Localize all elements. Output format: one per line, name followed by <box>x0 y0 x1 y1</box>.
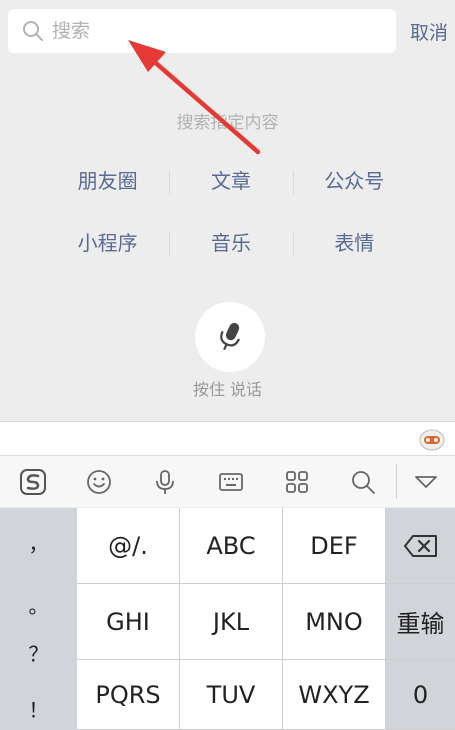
key-wxyz[interactable]: WXYZ <box>283 660 386 730</box>
punctuation-column[interactable]: ， 。 ？ ！ <box>0 508 77 730</box>
keyboard-candidate-bar <box>0 421 455 455</box>
category-mini-programs[interactable]: 小程序 <box>46 227 169 256</box>
toolbar-sogou-button[interactable] <box>0 456 66 508</box>
chevron-down-icon <box>414 476 437 488</box>
category-row: 小程序 音乐 表情 <box>46 222 416 260</box>
grid-icon <box>286 471 308 493</box>
category-moments[interactable]: 朋友圈 <box>46 165 169 194</box>
category-music[interactable]: 音乐 <box>169 227 292 256</box>
punctuation-key[interactable]: ！ <box>0 694 77 723</box>
toolbar-search-button[interactable] <box>330 456 396 508</box>
search-icon <box>23 21 43 41</box>
keyboard-keys: ， 。 ？ ！ @/. ABC DEF GHI JKL MNO 重输 PQRS … <box>0 508 455 730</box>
backspace-key[interactable] <box>386 508 455 584</box>
key-abc[interactable]: ABC <box>180 508 283 584</box>
toolbar-grid-button[interactable] <box>264 456 330 508</box>
category-official-accounts[interactable]: 公众号 <box>292 165 416 194</box>
key-def[interactable]: DEF <box>283 508 386 584</box>
search-icon <box>352 471 375 494</box>
toolbar-emoji-button[interactable] <box>66 456 132 508</box>
key-symbols[interactable]: @/. <box>77 508 180 584</box>
category-grid: 朋友圈 文章 公众号 小程序 音乐 表情 <box>46 160 416 284</box>
category-articles[interactable]: 文章 <box>169 165 292 194</box>
punctuation-key[interactable]: ， <box>0 528 77 557</box>
search-input[interactable] <box>52 20 372 42</box>
backspace-icon <box>403 534 437 557</box>
toolbar-collapse-button[interactable] <box>397 456 454 508</box>
keyboard-icon <box>219 473 243 491</box>
zero-key[interactable]: 0 <box>386 660 455 730</box>
key-pqrs[interactable]: PQRS <box>77 660 180 730</box>
search-bar[interactable] <box>8 9 396 53</box>
toolbar-voice-button[interactable] <box>132 456 198 508</box>
cancel-button[interactable]: 取消 <box>410 18 448 45</box>
keyboard-toolbar <box>0 455 455 507</box>
mascot-icon[interactable] <box>419 427 445 451</box>
category-stickers[interactable]: 表情 <box>292 227 416 256</box>
voice-label: 按住 说话 <box>192 380 263 399</box>
microphone-icon <box>156 470 174 494</box>
sogou-logo-icon <box>20 469 46 495</box>
key-ghi[interactable]: GHI <box>77 584 180 660</box>
microphone-icon <box>220 322 240 351</box>
toolbar-keyboard-button[interactable] <box>198 456 264 508</box>
key-tuv[interactable]: TUV <box>180 660 283 730</box>
key-mno[interactable]: MNO <box>283 584 386 660</box>
punctuation-key[interactable]: 。 <box>0 590 77 619</box>
reenter-key[interactable]: 重输 <box>386 584 455 660</box>
search-hint: 搜索指定内容 <box>176 113 279 133</box>
punctuation-key[interactable]: ？ <box>0 638 77 667</box>
category-row: 朋友圈 文章 公众号 <box>46 160 416 198</box>
emoji-icon <box>87 470 111 494</box>
key-jkl[interactable]: JKL <box>180 584 283 660</box>
voice-input-button[interactable] <box>195 302 265 372</box>
